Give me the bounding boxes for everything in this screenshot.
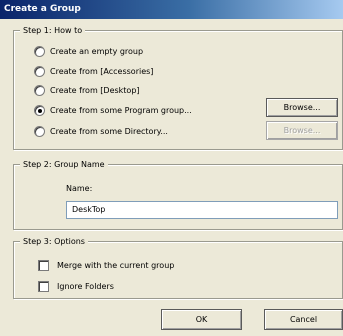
group-name-input[interactable]: DeskTop <box>66 201 338 219</box>
ignore-folders-checkbox[interactable] <box>38 280 49 292</box>
step3-legend: Step 3: Options <box>20 236 88 247</box>
radio-desktop[interactable] <box>34 84 45 96</box>
cancel-button[interactable]: Cancel <box>264 309 343 330</box>
option-directory[interactable]: Create from some Directory... <box>34 124 168 138</box>
merge-checkbox[interactable] <box>38 259 49 271</box>
option-accessories[interactable]: Create from [Accessories] <box>34 64 153 78</box>
option-program-group-label: Create from some Program group... <box>50 105 192 115</box>
merge-label: Merge with the current group <box>57 260 175 270</box>
step2-legend: Step 2: Group Name <box>20 159 108 170</box>
option-empty-group[interactable]: Create an empty group <box>34 44 143 58</box>
name-label: Name: <box>66 184 93 193</box>
option-program-group[interactable]: Create from some Program group... <box>34 103 192 117</box>
radio-directory[interactable] <box>34 125 45 137</box>
option-desktop[interactable]: Create from [Desktop] <box>34 83 140 97</box>
ignore-folders-label: Ignore Folders <box>57 281 114 291</box>
merge-option[interactable]: Merge with the current group <box>38 258 174 272</box>
window-title: Create a Group <box>0 0 343 19</box>
option-desktop-label: Create from [Desktop] <box>50 85 140 95</box>
step1-legend: Step 1: How to <box>20 25 86 36</box>
radio-program-group[interactable] <box>34 104 45 116</box>
ok-button[interactable]: OK <box>161 309 242 330</box>
browse-program-button[interactable]: Browse... <box>266 98 338 117</box>
option-accessories-label: Create from [Accessories] <box>50 66 154 76</box>
option-empty-group-label: Create an empty group <box>50 46 144 56</box>
radio-accessories[interactable] <box>34 65 45 77</box>
ignore-folders-option[interactable]: Ignore Folders <box>38 279 114 293</box>
radio-empty-group[interactable] <box>34 45 45 57</box>
step2-group: Step 2: Group Name <box>13 159 343 230</box>
browse-directory-button[interactable]: Browse... <box>266 121 338 140</box>
option-directory-label: Create from some Directory... <box>50 126 168 136</box>
